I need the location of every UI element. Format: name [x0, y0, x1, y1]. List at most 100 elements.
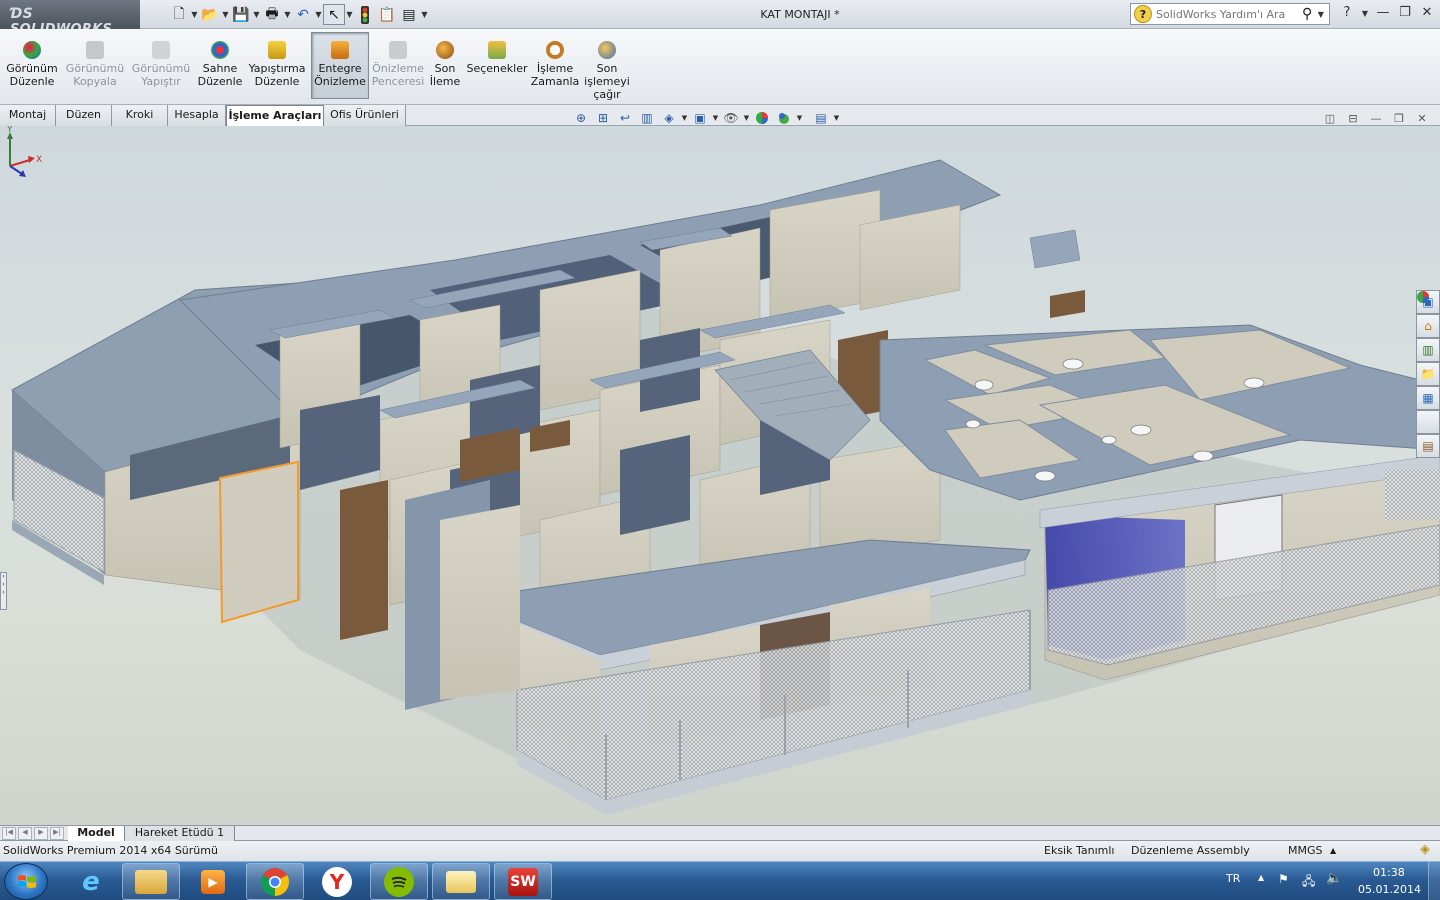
- preview-window-button[interactable]: Önizleme Penceresi: [372, 31, 424, 101]
- tab-ofis-urunleri[interactable]: Ofis Ürünleri: [324, 105, 406, 126]
- doc-close-icon[interactable]: ✕: [1414, 112, 1430, 126]
- file-explorer-icon[interactable]: [122, 863, 180, 900]
- solidworks-icon[interactable]: SW: [494, 863, 552, 900]
- ie-glyph: e: [82, 866, 100, 897]
- chrome-icon[interactable]: [246, 863, 304, 900]
- media-player-icon[interactable]: ▶: [184, 863, 242, 900]
- edit-scene-button[interactable]: Sahne Düzenle: [196, 31, 244, 101]
- spotify-icon[interactable]: [370, 863, 428, 900]
- feature-tree-handle[interactable]: › › ›: [0, 572, 7, 610]
- view-settings-icon[interactable]: ▤: [810, 109, 832, 127]
- copy-appearance-button[interactable]: Görünümü Kopyala: [64, 31, 126, 101]
- chevron-down-icon[interactable]: ▼: [711, 114, 720, 122]
- options-button[interactable]: Seçenekler: [466, 31, 528, 101]
- next-tab-icon[interactable]: ▶: [34, 827, 48, 840]
- view-palette-icon[interactable]: ▦: [1416, 386, 1440, 410]
- final-render-button[interactable]: Son İleme: [428, 31, 462, 101]
- restore-icon[interactable]: ❐: [1396, 5, 1414, 23]
- edit-appearance-button[interactable]: Görünüm Düzenle: [4, 31, 60, 101]
- tile-vertical-icon[interactable]: ⊟: [1345, 112, 1361, 126]
- doc-restore-icon[interactable]: ❐: [1391, 112, 1407, 126]
- cmd-label: Görünümü: [65, 62, 125, 75]
- chevron-down-icon[interactable]: ▼: [252, 10, 261, 19]
- show-desktop-button[interactable]: [1428, 862, 1440, 900]
- save-icon[interactable]: 💾: [230, 4, 252, 25]
- apply-scene-icon[interactable]: [773, 109, 795, 127]
- paste-appearance-button[interactable]: Görünümü Yapıştır: [130, 31, 192, 101]
- clock-date[interactable]: 05.01.2014: [1358, 883, 1421, 896]
- hide-show-items-icon[interactable]: 👁: [720, 109, 742, 127]
- help-menu-icon[interactable]: ?: [1338, 5, 1356, 23]
- doc-minimize-icon[interactable]: —: [1368, 112, 1384, 126]
- chevron-down-icon[interactable]: ▼: [1316, 10, 1325, 19]
- integrated-preview-button[interactable]: Entegre Önizleme: [311, 32, 369, 99]
- assembly-model[interactable]: [0, 126, 1440, 825]
- close-icon[interactable]: ✕: [1418, 5, 1436, 23]
- chevron-down-icon[interactable]: ▼: [221, 10, 230, 19]
- chevron-down-icon[interactable]: ▼: [1356, 5, 1374, 23]
- file-explorer-icon[interactable]: 📁: [1416, 362, 1440, 386]
- search-icon[interactable]: ⚲: [1302, 6, 1312, 22]
- design-library-icon[interactable]: ▥: [1416, 338, 1440, 362]
- edit-decal-button[interactable]: Yapıştırma Düzenle: [248, 31, 306, 101]
- zoom-to-fit-icon[interactable]: ⊕: [570, 109, 592, 127]
- action-center-flag-icon[interactable]: ⚑: [1278, 872, 1289, 886]
- solidworks-logo[interactable]: ƊS SOLIDWORKS: [0, 0, 140, 37]
- custom-properties-icon[interactable]: ▤: [1416, 434, 1440, 458]
- chevron-down-icon[interactable]: ▼: [190, 10, 199, 19]
- chevron-down-icon[interactable]: ▼: [283, 10, 292, 19]
- tab-motion-study[interactable]: Hareket Etüdü 1: [125, 826, 235, 841]
- chevron-down-icon[interactable]: ▼: [680, 114, 689, 122]
- first-tab-icon[interactable]: |◀: [2, 827, 16, 840]
- select-arrow-icon[interactable]: ↖: [323, 4, 345, 25]
- schedule-render-button[interactable]: İşleme Zamanla: [531, 31, 579, 101]
- appearances-icon[interactable]: [1416, 291, 1440, 434]
- chevron-down-icon[interactable]: ▼: [314, 10, 323, 19]
- home-icon[interactable]: ⌂: [1416, 314, 1440, 338]
- section-view-icon[interactable]: ▥: [636, 109, 658, 127]
- volume-icon[interactable]: 🔈: [1326, 871, 1342, 886]
- print-icon[interactable]: 🖶: [261, 4, 283, 25]
- yandex-browser-icon[interactable]: Y: [308, 863, 366, 900]
- tab-duzen[interactable]: Düzen: [56, 105, 112, 126]
- language-indicator[interactable]: TR: [1226, 872, 1240, 885]
- tab-model[interactable]: Model: [68, 826, 125, 841]
- units-selector[interactable]: MMGS: [1288, 844, 1323, 857]
- network-icon[interactable]: 🖧: [1302, 872, 1315, 893]
- options-icon[interactable]: ▤: [398, 4, 420, 25]
- open-folder-icon[interactable]: 📂: [199, 4, 221, 25]
- last-tab-icon[interactable]: ▶|: [50, 827, 64, 840]
- chevron-down-icon[interactable]: ▼: [420, 10, 429, 19]
- tab-isleme-araclari[interactable]: İşleme Araçları: [226, 105, 324, 126]
- previous-view-icon[interactable]: ↩: [614, 109, 636, 127]
- tile-horizontal-icon[interactable]: ◫: [1322, 112, 1338, 126]
- display-style-icon[interactable]: ▣: [689, 109, 711, 127]
- minimize-icon[interactable]: —: [1374, 5, 1392, 23]
- internet-explorer-icon[interactable]: e: [62, 863, 120, 900]
- chevron-down-icon[interactable]: ▼: [832, 114, 841, 122]
- chevron-down-icon[interactable]: ▼: [742, 114, 751, 122]
- tag-icon[interactable]: ◈: [1420, 842, 1430, 857]
- chevron-down-icon[interactable]: ▼: [345, 10, 354, 19]
- prev-tab-icon[interactable]: ◀: [18, 827, 32, 840]
- view-orientation-icon[interactable]: ◈: [658, 109, 680, 127]
- undo-icon[interactable]: ↶: [292, 4, 314, 25]
- start-button[interactable]: [4, 863, 48, 900]
- folder-icon[interactable]: [432, 863, 490, 900]
- chevron-up-icon[interactable]: ▲: [1330, 846, 1336, 855]
- rebuild-traffic-light-icon[interactable]: [354, 4, 376, 25]
- new-document-icon[interactable]: 🗋: [168, 4, 190, 25]
- show-hidden-icons-icon[interactable]: ▲: [1258, 873, 1264, 882]
- file-properties-icon[interactable]: 📋: [376, 4, 398, 25]
- tab-montaj[interactable]: Montaj: [0, 105, 56, 126]
- tab-kroki[interactable]: Kroki: [112, 105, 168, 126]
- clock-time[interactable]: 01:38: [1373, 866, 1405, 879]
- help-search-input[interactable]: [1156, 7, 1296, 21]
- graphics-area[interactable]: › › › ▣ ⌂ ▥ 📁 ▦ ▤ Y X: [0, 126, 1440, 825]
- chevron-down-icon[interactable]: ▼: [795, 114, 804, 122]
- edit-appearance-icon[interactable]: [751, 109, 773, 127]
- recall-last-render-button[interactable]: Son işlemeyi çağır: [584, 31, 630, 101]
- help-search-box[interactable]: ? ⚲ ▼: [1130, 3, 1330, 25]
- zoom-to-area-icon[interactable]: ⊞: [592, 109, 614, 127]
- tab-hesapla[interactable]: Hesapla: [168, 105, 226, 126]
